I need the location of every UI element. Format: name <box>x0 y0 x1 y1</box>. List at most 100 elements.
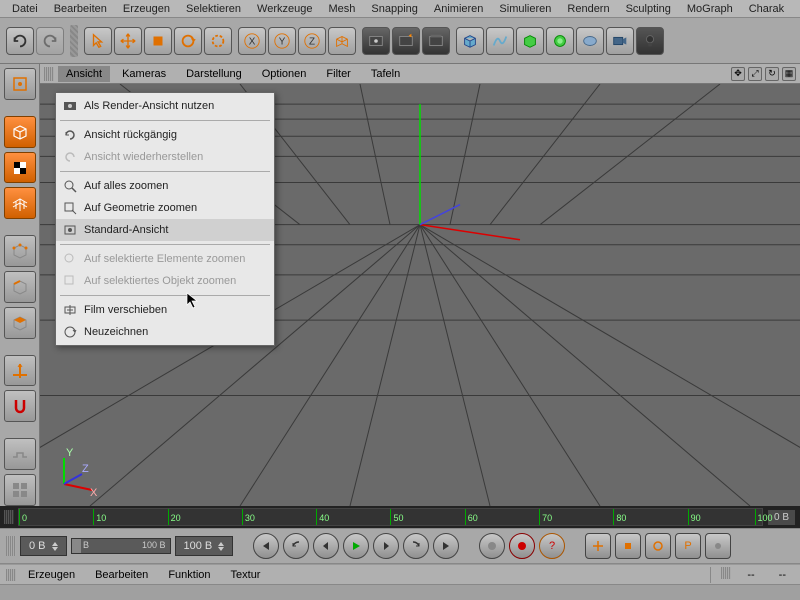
render-view-button[interactable] <box>362 27 390 55</box>
vp-menu-tafeln[interactable]: Tafeln <box>363 66 408 82</box>
deformer-button[interactable] <box>546 27 574 55</box>
dd-zoom-all[interactable]: Auf alles zoomen <box>56 175 274 197</box>
range-slider[interactable]: 0 B100 B <box>71 538 171 554</box>
scale-key-button[interactable] <box>615 533 641 559</box>
axis-x-button[interactable]: X <box>238 27 266 55</box>
render-settings-button[interactable] <box>422 27 450 55</box>
vp-zoom-icon[interactable]: ⤢ <box>748 67 762 81</box>
cube-primitive-button[interactable] <box>456 27 484 55</box>
menu-snapping[interactable]: Snapping <box>363 2 426 15</box>
vp-pan-icon[interactable]: ✥ <box>731 67 745 81</box>
prev-key-button[interactable] <box>283 533 309 559</box>
left-toolbar <box>0 64 40 506</box>
menu-erzeugen[interactable]: Erzeugen <box>115 2 178 15</box>
viewport-panel: Ansicht Kameras Darstellung Optionen Fil… <box>40 64 800 506</box>
grip-icon[interactable] <box>6 536 16 556</box>
model-mode-button[interactable] <box>4 116 36 148</box>
vp-menu-filter[interactable]: Filter <box>318 66 358 82</box>
menu-animieren[interactable]: Animieren <box>426 2 492 15</box>
undo-button[interactable] <box>6 27 34 55</box>
menu-datei[interactable]: Datei <box>4 2 46 15</box>
keyframe-options-button[interactable]: ? <box>539 533 565 559</box>
render-button[interactable] <box>392 27 420 55</box>
timeline-track[interactable]: 0 10 20 30 40 50 60 70 80 90 100 <box>18 508 763 526</box>
main-menubar: Datei Bearbeiten Erzeugen Selektieren We… <box>0 0 800 18</box>
menu-simulieren[interactable]: Simulieren <box>491 2 559 15</box>
menu-bearbeiten[interactable]: Bearbeiten <box>46 2 115 15</box>
undo-icon <box>62 127 78 143</box>
point-mode-button[interactable] <box>4 235 36 267</box>
dd-undo-view[interactable]: Ansicht rückgängig <box>56 124 274 146</box>
axis-tool-button[interactable] <box>4 355 36 387</box>
move-tool[interactable] <box>114 27 142 55</box>
menu-mesh[interactable]: Mesh <box>320 2 363 15</box>
grip-icon[interactable] <box>4 510 14 524</box>
bm-textur[interactable]: Textur <box>223 567 269 583</box>
soft-select-button[interactable] <box>4 438 36 470</box>
timeline[interactable]: 0 10 20 30 40 50 60 70 80 90 100 0 B <box>0 506 800 528</box>
pla-key-button[interactable] <box>705 533 731 559</box>
vp-menu-darstellung[interactable]: Darstellung <box>178 66 250 82</box>
spline-button[interactable] <box>486 27 514 55</box>
goto-end-button[interactable] <box>433 533 459 559</box>
dd-film-move[interactable]: Film verschieben <box>56 299 274 321</box>
snap-button[interactable] <box>4 390 36 422</box>
redo-button[interactable] <box>36 27 64 55</box>
menu-mograph[interactable]: MoGraph <box>679 2 741 15</box>
light-button[interactable] <box>636 27 664 55</box>
dd-render-ansicht[interactable]: Als Render-Ansicht nutzen <box>56 95 274 117</box>
grip-icon[interactable] <box>6 569 16 581</box>
zoom-all-icon <box>62 178 78 194</box>
grip-icon[interactable] <box>721 567 731 579</box>
rotate-tool[interactable] <box>174 27 202 55</box>
camera-button[interactable] <box>606 27 634 55</box>
bm-funktion[interactable]: Funktion <box>160 567 218 583</box>
render-icon <box>62 98 78 114</box>
vp-menu-optionen[interactable]: Optionen <box>254 66 315 82</box>
start-frame-field[interactable]: 0 B <box>20 536 67 556</box>
dd-default-view[interactable]: Standard-Ansicht <box>56 219 274 241</box>
next-key-button[interactable] <box>403 533 429 559</box>
play-button[interactable] <box>343 533 369 559</box>
environment-button[interactable] <box>576 27 604 55</box>
select-tool[interactable] <box>84 27 112 55</box>
menu-charakter[interactable]: Charak <box>741 2 792 15</box>
bm-erzeugen[interactable]: Erzeugen <box>20 567 83 583</box>
vp-maximize-icon[interactable]: ▦ <box>782 67 796 81</box>
polygon-mode-button[interactable] <box>4 307 36 339</box>
dd-zoom-geometry[interactable]: Auf Geometrie zoomen <box>56 197 274 219</box>
viewport-solo-button[interactable] <box>4 474 36 506</box>
coord-system-button[interactable] <box>328 27 356 55</box>
dd-redraw[interactable]: Neuzeichnen <box>56 321 274 343</box>
grip-icon[interactable] <box>44 67 54 81</box>
scale-tool[interactable] <box>144 27 172 55</box>
texture-mode-button[interactable] <box>4 152 36 184</box>
menu-sculpting[interactable]: Sculpting <box>618 2 679 15</box>
prev-frame-button[interactable] <box>313 533 339 559</box>
timeline-tick: 90 <box>688 509 701 525</box>
axis-y-button[interactable]: Y <box>268 27 296 55</box>
menu-selektieren[interactable]: Selektieren <box>178 2 249 15</box>
menu-werkzeuge[interactable]: Werkzeuge <box>249 2 320 15</box>
position-key-button[interactable] <box>585 533 611 559</box>
last-tool[interactable] <box>204 27 232 55</box>
workplane-button[interactable] <box>4 187 36 219</box>
autokey-button[interactable] <box>509 533 535 559</box>
edge-mode-button[interactable] <box>4 271 36 303</box>
rotation-key-button[interactable] <box>645 533 671 559</box>
vp-menu-kameras[interactable]: Kameras <box>114 66 174 82</box>
param-key-button[interactable]: P <box>675 533 701 559</box>
vp-rotate-icon[interactable]: ↻ <box>765 67 779 81</box>
svg-text:Y: Y <box>66 448 74 459</box>
vp-menu-ansicht[interactable]: Ansicht <box>58 66 110 82</box>
menu-rendern[interactable]: Rendern <box>559 2 617 15</box>
generator-button[interactable] <box>516 27 544 55</box>
axis-z-button[interactable]: Z <box>298 27 326 55</box>
make-editable-button[interactable] <box>4 68 36 100</box>
goto-start-button[interactable] <box>253 533 279 559</box>
end-frame-field[interactable]: 100 B <box>175 536 234 556</box>
bm-bearbeiten[interactable]: Bearbeiten <box>87 567 156 583</box>
record-key-button[interactable] <box>479 533 505 559</box>
next-frame-button[interactable] <box>373 533 399 559</box>
dd-zoom-sel-elements: Auf selektierte Elemente zoomen <box>56 248 274 270</box>
